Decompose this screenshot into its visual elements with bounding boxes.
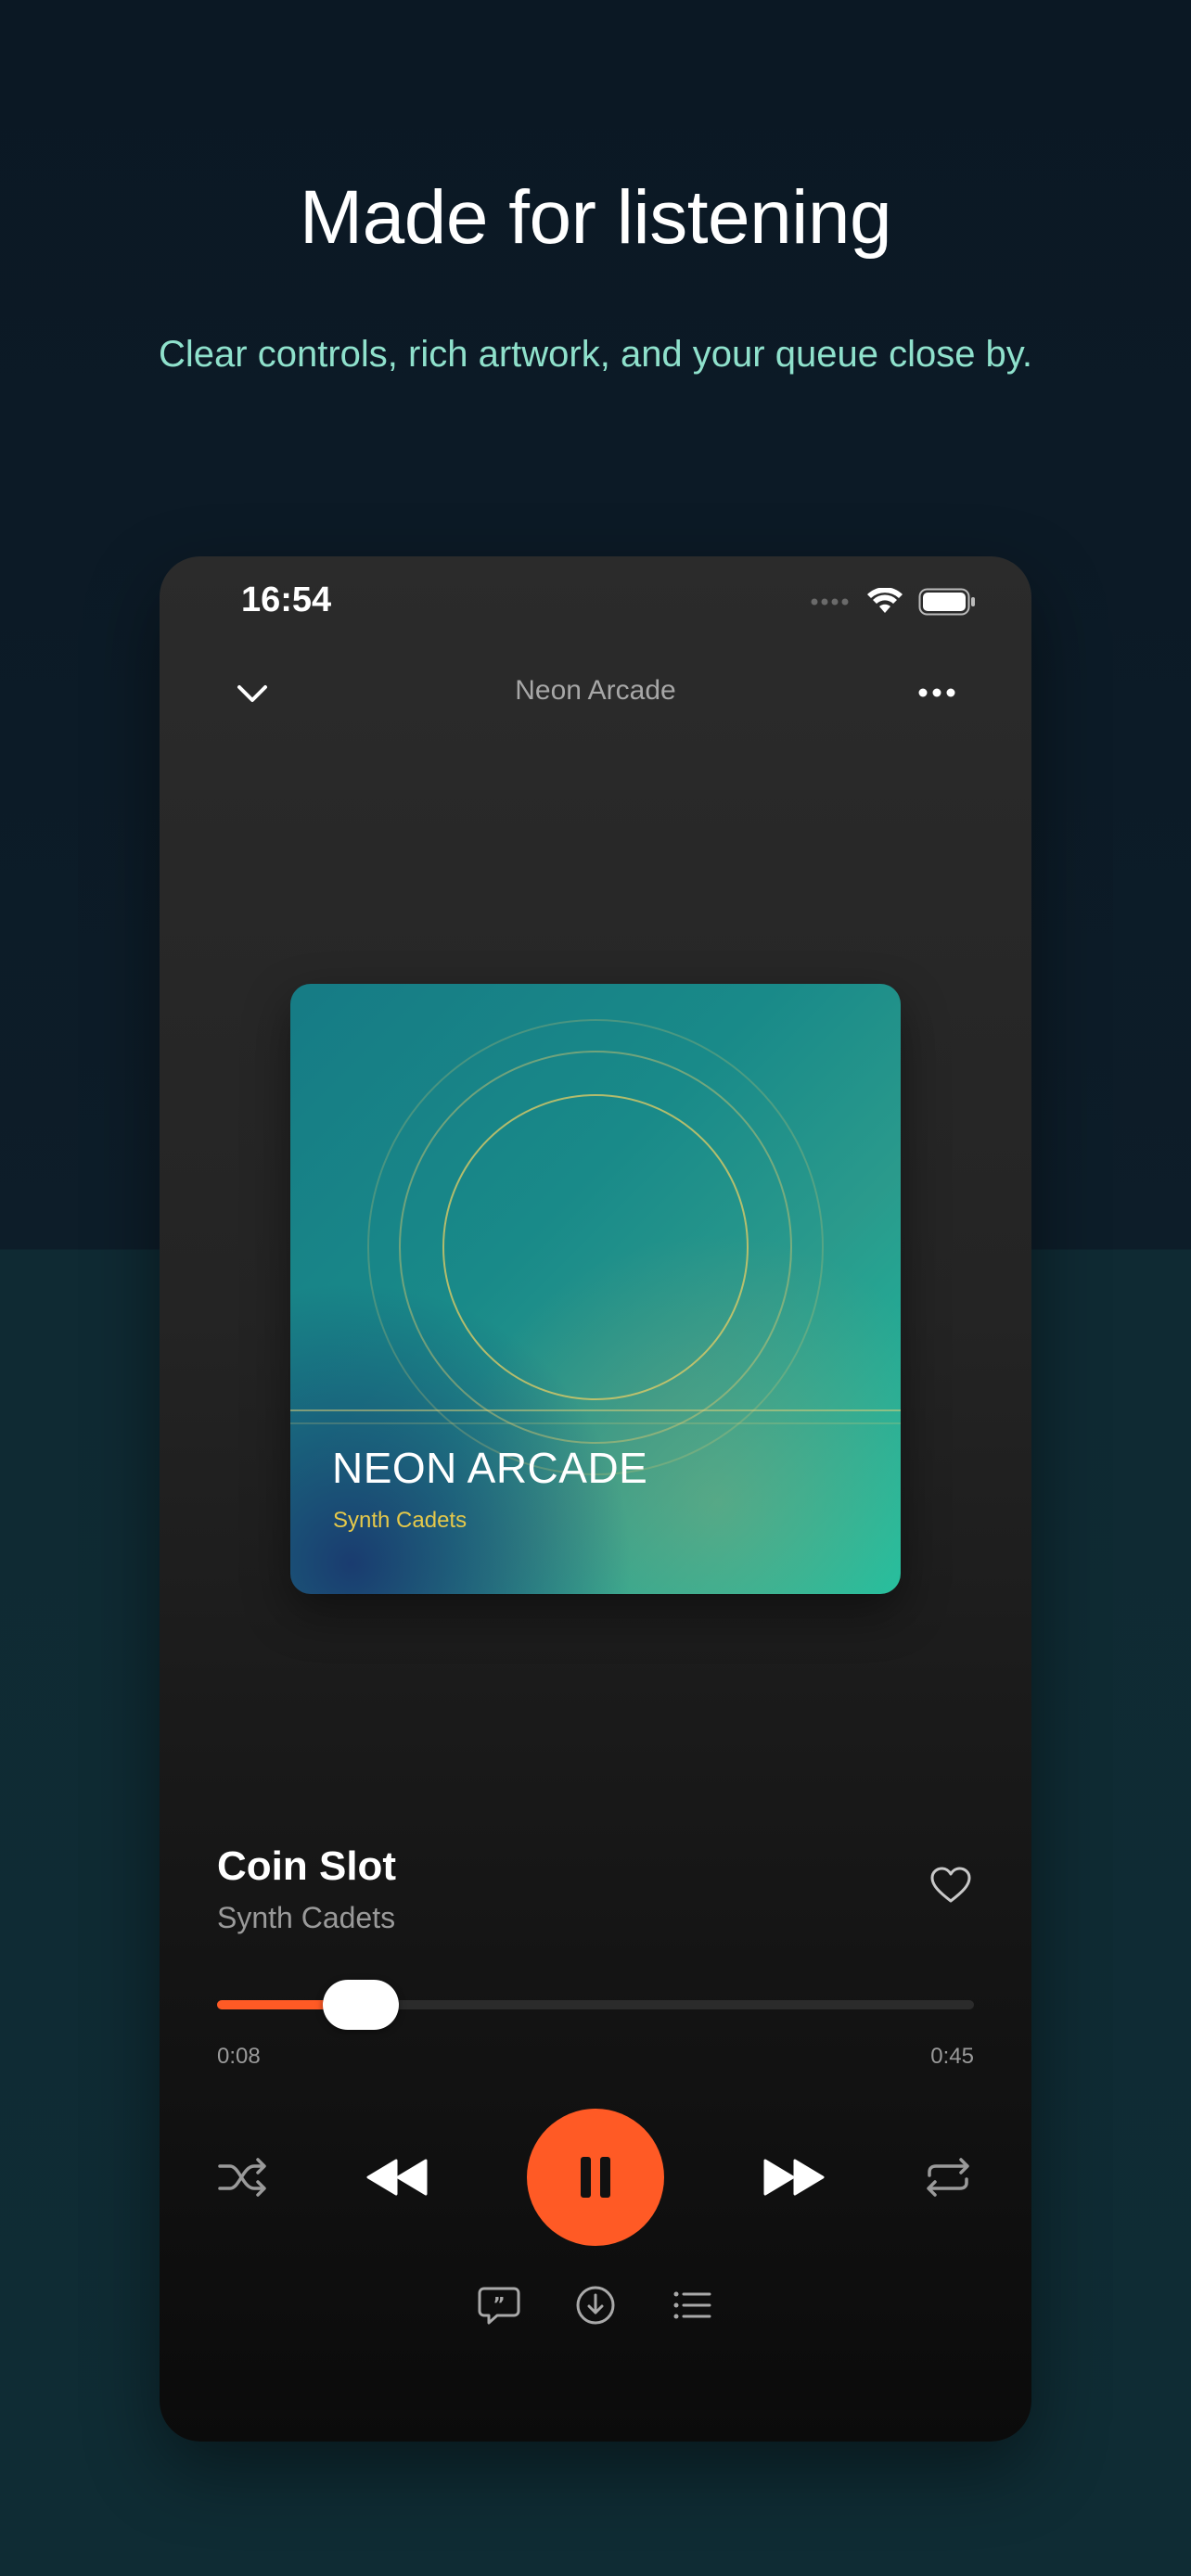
progress-track[interactable]	[217, 1980, 974, 2030]
pause-button[interactable]	[527, 2109, 664, 2246]
shuffle-button[interactable]	[217, 2151, 269, 2203]
signal-dots-icon	[811, 598, 849, 606]
shuffle-icon	[218, 2158, 266, 2197]
heart-icon[interactable]	[929, 1866, 972, 1905]
queue-button[interactable]	[670, 2283, 714, 2327]
fast-forward-icon	[763, 2159, 825, 2196]
artwork-title: NEON ARCADE	[332, 1444, 648, 1492]
repeat-icon	[927, 2158, 969, 2197]
download-button[interactable]	[573, 2283, 618, 2327]
rewind-icon	[366, 2159, 428, 2196]
wifi-icon	[867, 588, 903, 613]
svg-text:”: ”	[493, 2293, 505, 2315]
song-title: Coin Slot	[217, 1843, 397, 1889]
artwork-artist: Synth Cadets	[333, 1508, 467, 1533]
lyrics-icon: ”	[478, 2287, 520, 2325]
progress-thumb[interactable]	[323, 1980, 400, 2030]
status-icons	[811, 588, 976, 616]
rewind-button[interactable]	[362, 2151, 432, 2203]
pause-icon	[581, 2157, 610, 2198]
lyrics-button[interactable]: ”	[477, 2283, 521, 2327]
album-artwork: NEON ARCADE Synth Cadets	[290, 984, 901, 1594]
hero-subtitle: Clear controls, rich artwork, and your q…	[159, 334, 1032, 375]
hero-title: Made for listening	[299, 175, 892, 260]
total-time: 0:45	[930, 2044, 974, 2069]
repeat-button[interactable]	[922, 2151, 974, 2203]
nav-title: Neon Arcade	[515, 675, 676, 706]
song-artist[interactable]: Synth Cadets	[217, 1901, 395, 1935]
phone-screen: 16:54 Neon Arcade NEON ARCADE Synth Cade…	[160, 556, 1031, 2442]
fast-forward-button[interactable]	[759, 2151, 829, 2203]
download-icon	[576, 2286, 615, 2325]
status-time: 16:54	[241, 580, 332, 619]
battery-icon	[918, 588, 975, 616]
more-icon[interactable]	[916, 679, 957, 707]
elapsed-time: 0:08	[217, 2044, 261, 2069]
queue-icon	[673, 2291, 711, 2319]
artwork-rings	[290, 1019, 901, 1475]
